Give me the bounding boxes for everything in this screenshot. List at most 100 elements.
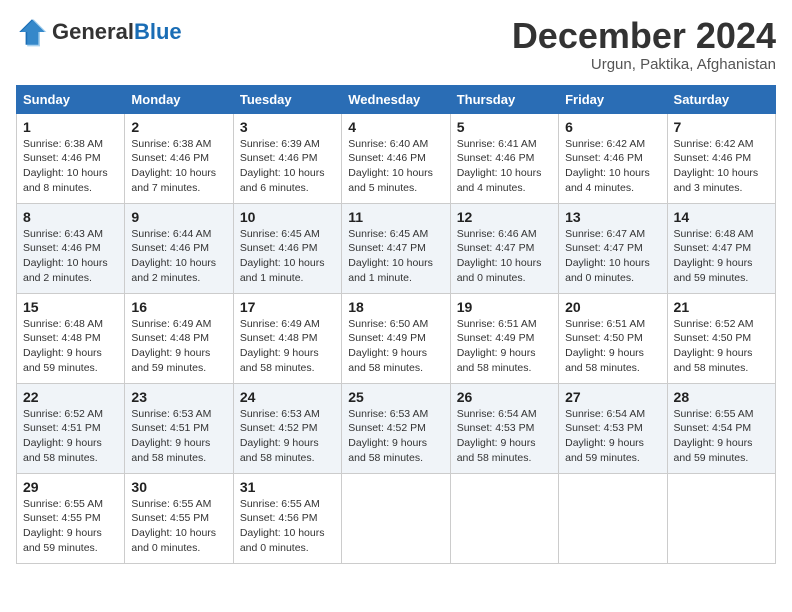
day-info: Sunrise: 6:54 AM Sunset: 4:53 PM Dayligh… (565, 407, 660, 466)
location-subtitle: Urgun, Paktika, Afghanistan (512, 56, 776, 73)
day-number: 8 (23, 209, 118, 225)
day-info: Sunrise: 6:54 AM Sunset: 4:53 PM Dayligh… (457, 407, 552, 466)
day-info: Sunrise: 6:53 AM Sunset: 4:51 PM Dayligh… (131, 407, 226, 466)
calendar-cell: 19 Sunrise: 6:51 AM Sunset: 4:49 PM Dayli… (450, 293, 558, 383)
day-info: Sunrise: 6:49 AM Sunset: 4:48 PM Dayligh… (240, 317, 335, 376)
calendar-cell: 1Sunrise: 6:38 AM Sunset: 4:46 PM Daylig… (17, 113, 125, 203)
day-info: Sunrise: 6:55 AM Sunset: 4:56 PM Dayligh… (240, 497, 335, 556)
calendar-cell: 6Sunrise: 6:42 AM Sunset: 4:46 PM Daylig… (559, 113, 667, 203)
calendar-cell: 11 Sunrise: 6:45 AM Sunset: 4:47 PM Dayli… (342, 203, 450, 293)
day-info: Sunrise: 6:53 AM Sunset: 4:52 PM Dayligh… (348, 407, 443, 466)
day-number: 4 (348, 119, 443, 135)
day-number: 11 (348, 209, 443, 225)
day-info: Sunrise: 6:55 AM Sunset: 4:55 PM Dayligh… (131, 497, 226, 556)
day-number: 22 (23, 389, 118, 405)
day-info: Sunrise: 6:48 AM Sunset: 4:48 PM Dayligh… (23, 317, 118, 376)
day-number: 19 (457, 299, 552, 315)
col-header-wednesday: Wednesday (342, 85, 450, 113)
day-number: 5 (457, 119, 552, 135)
calendar-week-4: 22 Sunrise: 6:52 AM Sunset: 4:51 PM Dayli… (17, 383, 776, 473)
day-number: 15 (23, 299, 118, 315)
calendar-table: SundayMondayTuesdayWednesdayThursdayFrid… (16, 85, 776, 564)
day-number: 25 (348, 389, 443, 405)
day-number: 2 (131, 119, 226, 135)
day-number: 6 (565, 119, 660, 135)
calendar-cell: 10 Sunrise: 6:45 AM Sunset: 4:46 PM Dayli… (233, 203, 341, 293)
day-info: Sunrise: 6:55 AM Sunset: 4:55 PM Dayligh… (23, 497, 118, 556)
calendar-cell: 23 Sunrise: 6:53 AM Sunset: 4:51 PM Dayli… (125, 383, 233, 473)
day-number: 29 (23, 479, 118, 495)
calendar-cell: 27 Sunrise: 6:54 AM Sunset: 4:53 PM Dayli… (559, 383, 667, 473)
calendar-week-5: 29 Sunrise: 6:55 AM Sunset: 4:55 PM Dayli… (17, 473, 776, 563)
day-number: 13 (565, 209, 660, 225)
day-number: 27 (565, 389, 660, 405)
day-info: Sunrise: 6:42 AM Sunset: 4:46 PM Dayligh… (674, 137, 769, 196)
calendar-cell: 28Sunrise: 6:55 AM Sunset: 4:54 PM Dayli… (667, 383, 775, 473)
day-info: Sunrise: 6:47 AM Sunset: 4:47 PM Dayligh… (565, 227, 660, 286)
calendar-cell: 13 Sunrise: 6:47 AM Sunset: 4:47 PM Dayli… (559, 203, 667, 293)
day-number: 30 (131, 479, 226, 495)
calendar-cell: 16 Sunrise: 6:49 AM Sunset: 4:48 PM Dayli… (125, 293, 233, 383)
day-info: Sunrise: 6:40 AM Sunset: 4:46 PM Dayligh… (348, 137, 443, 196)
day-number: 23 (131, 389, 226, 405)
logo-icon (16, 16, 48, 48)
calendar-cell: 9Sunrise: 6:44 AM Sunset: 4:46 PM Daylig… (125, 203, 233, 293)
day-number: 24 (240, 389, 335, 405)
calendar-cell: 29 Sunrise: 6:55 AM Sunset: 4:55 PM Dayli… (17, 473, 125, 563)
day-number: 20 (565, 299, 660, 315)
calendar-cell: 14Sunrise: 6:48 AM Sunset: 4:47 PM Dayli… (667, 203, 775, 293)
calendar-cell: 25 Sunrise: 6:53 AM Sunset: 4:52 PM Dayli… (342, 383, 450, 473)
day-info: Sunrise: 6:43 AM Sunset: 4:46 PM Dayligh… (23, 227, 118, 286)
day-info: Sunrise: 6:55 AM Sunset: 4:54 PM Dayligh… (674, 407, 769, 466)
calendar-cell: 3 Sunrise: 6:39 AM Sunset: 4:46 PM Daylig… (233, 113, 341, 203)
logo: GeneralBlue (16, 16, 182, 48)
day-number: 3 (240, 119, 335, 135)
day-number: 26 (457, 389, 552, 405)
day-info: Sunrise: 6:50 AM Sunset: 4:49 PM Dayligh… (348, 317, 443, 376)
calendar-cell: 21 Sunrise: 6:52 AM Sunset: 4:50 PM Dayli… (667, 293, 775, 383)
day-number: 17 (240, 299, 335, 315)
calendar-week-3: 15 Sunrise: 6:48 AM Sunset: 4:48 PM Dayli… (17, 293, 776, 383)
calendar-week-1: 1Sunrise: 6:38 AM Sunset: 4:46 PM Daylig… (17, 113, 776, 203)
day-info: Sunrise: 6:39 AM Sunset: 4:46 PM Dayligh… (240, 137, 335, 196)
day-info: Sunrise: 6:46 AM Sunset: 4:47 PM Dayligh… (457, 227, 552, 286)
day-info: Sunrise: 6:45 AM Sunset: 4:47 PM Dayligh… (348, 227, 443, 286)
calendar-cell: 30 Sunrise: 6:55 AM Sunset: 4:55 PM Dayli… (125, 473, 233, 563)
calendar-cell (667, 473, 775, 563)
calendar-cell: 26 Sunrise: 6:54 AM Sunset: 4:53 PM Dayli… (450, 383, 558, 473)
col-header-monday: Monday (125, 85, 233, 113)
calendar-cell (559, 473, 667, 563)
calendar-cell: 4 Sunrise: 6:40 AM Sunset: 4:46 PM Daylig… (342, 113, 450, 203)
day-info: Sunrise: 6:52 AM Sunset: 4:51 PM Dayligh… (23, 407, 118, 466)
col-header-thursday: Thursday (450, 85, 558, 113)
day-number: 16 (131, 299, 226, 315)
col-header-sunday: Sunday (17, 85, 125, 113)
day-info: Sunrise: 6:51 AM Sunset: 4:50 PM Dayligh… (565, 317, 660, 376)
day-number: 10 (240, 209, 335, 225)
calendar-cell: 15 Sunrise: 6:48 AM Sunset: 4:48 PM Dayli… (17, 293, 125, 383)
day-number: 18 (348, 299, 443, 315)
calendar-cell: 17 Sunrise: 6:49 AM Sunset: 4:48 PM Dayli… (233, 293, 341, 383)
calendar-cell: 8 Sunrise: 6:43 AM Sunset: 4:46 PM Daylig… (17, 203, 125, 293)
day-number: 9 (131, 209, 226, 225)
day-number: 1 (23, 119, 118, 135)
col-header-tuesday: Tuesday (233, 85, 341, 113)
day-info: Sunrise: 6:52 AM Sunset: 4:50 PM Dayligh… (674, 317, 769, 376)
day-info: Sunrise: 6:41 AM Sunset: 4:46 PM Dayligh… (457, 137, 552, 196)
calendar-cell: 20 Sunrise: 6:51 AM Sunset: 4:50 PM Dayli… (559, 293, 667, 383)
month-title: December 2024 (512, 16, 776, 56)
calendar-cell: 2Sunrise: 6:38 AM Sunset: 4:46 PM Daylig… (125, 113, 233, 203)
day-info: Sunrise: 6:53 AM Sunset: 4:52 PM Dayligh… (240, 407, 335, 466)
day-info: Sunrise: 6:45 AM Sunset: 4:46 PM Dayligh… (240, 227, 335, 286)
day-number: 31 (240, 479, 335, 495)
day-number: 21 (674, 299, 769, 315)
day-number: 14 (674, 209, 769, 225)
day-info: Sunrise: 6:51 AM Sunset: 4:49 PM Dayligh… (457, 317, 552, 376)
header-row: SundayMondayTuesdayWednesdayThursdayFrid… (17, 85, 776, 113)
calendar-cell (450, 473, 558, 563)
calendar-cell: 18 Sunrise: 6:50 AM Sunset: 4:49 PM Dayli… (342, 293, 450, 383)
page-header: GeneralBlue December 2024 Urgun, Paktika… (16, 16, 776, 73)
calendar-cell: 31 Sunrise: 6:55 AM Sunset: 4:56 PM Dayli… (233, 473, 341, 563)
day-info: Sunrise: 6:49 AM Sunset: 4:48 PM Dayligh… (131, 317, 226, 376)
calendar-cell: 5 Sunrise: 6:41 AM Sunset: 4:46 PM Daylig… (450, 113, 558, 203)
